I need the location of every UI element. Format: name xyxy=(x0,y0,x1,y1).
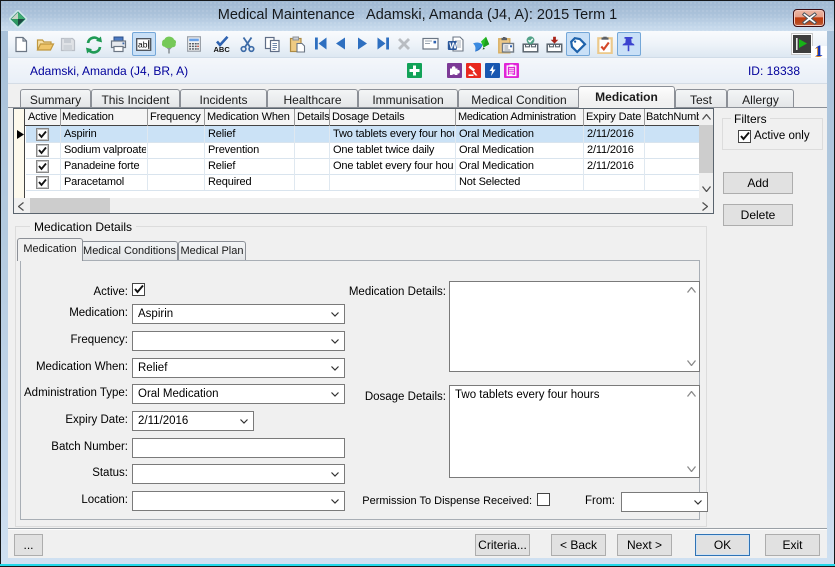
svg-text:abl: abl xyxy=(138,40,149,50)
svg-text:W: W xyxy=(449,40,458,50)
svg-text:ABC: ABC xyxy=(214,45,231,53)
